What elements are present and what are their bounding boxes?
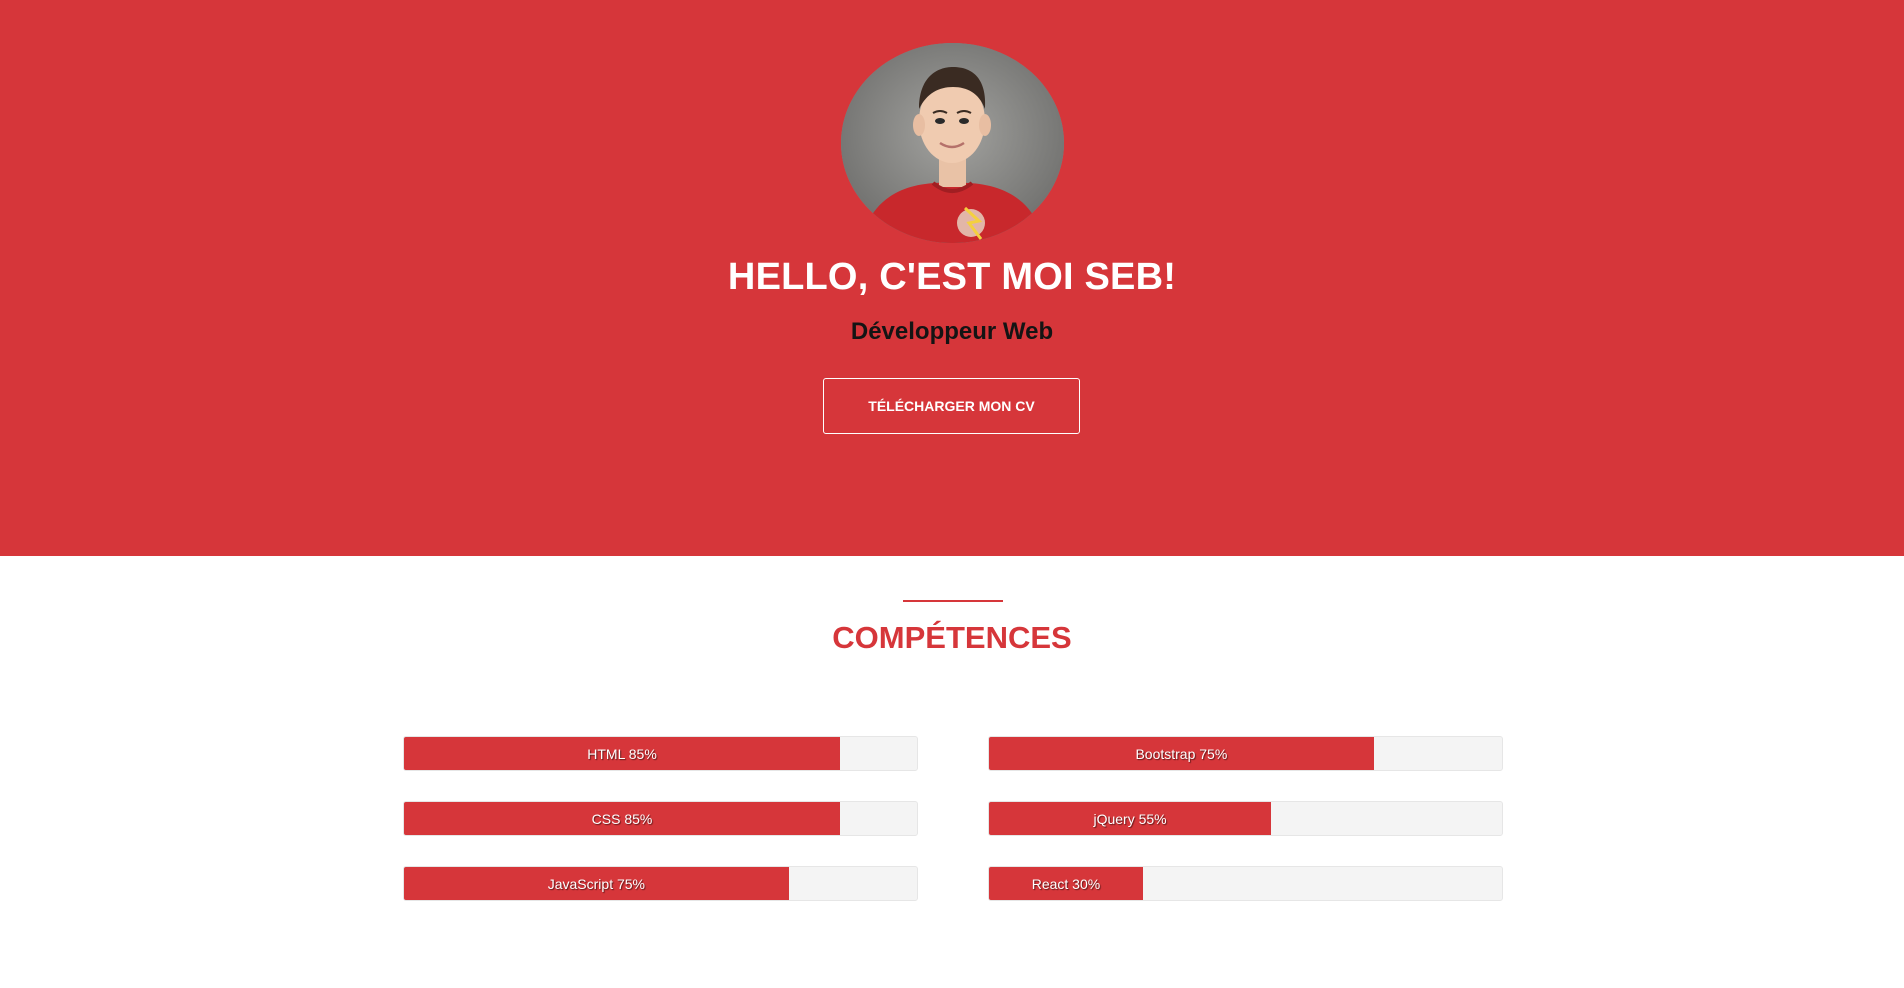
skill-bar-fill: HTML 85%	[404, 737, 841, 770]
section-divider	[903, 600, 1003, 602]
skill-label: JavaScript 75%	[547, 875, 646, 892]
skill-label: HTML 85%	[587, 745, 657, 762]
skill-bar: Bootstrap 75%	[988, 736, 1503, 771]
skill-bar-fill: jQuery 55%	[989, 802, 1272, 835]
skill-label: jQuery 55%	[1093, 810, 1167, 827]
skill-bar-fill: React 30%	[989, 867, 1143, 900]
profile-photo-icon	[841, 43, 1064, 243]
skill-bar: CSS 85%	[403, 801, 918, 836]
skill-label: CSS 85%	[591, 810, 653, 827]
download-cv-button[interactable]: TÉLÉCHARGER MON CV	[823, 378, 1080, 434]
skill-bar: React 30%	[988, 866, 1503, 901]
skill-bar: jQuery 55%	[988, 801, 1503, 836]
job-title: Développeur Web	[850, 318, 1054, 345]
skills-column-right: Bootstrap 75% jQuery 55% React 30%	[988, 736, 1503, 931]
avatar	[841, 43, 1064, 243]
page-title: HELLO, C'EST MOI SEB!	[727, 256, 1177, 298]
skill-bar-fill: JavaScript 75%	[404, 867, 789, 900]
skill-bar: JavaScript 75%	[403, 866, 918, 901]
skill-bar-fill: CSS 85%	[404, 802, 841, 835]
hero-section: HELLO, C'EST MOI SEB! Développeur Web TÉ…	[0, 0, 1904, 556]
skill-bar-fill: Bootstrap 75%	[989, 737, 1374, 770]
section-title: COMPÉTENCES	[832, 620, 1072, 655]
skills-column-left: HTML 85% CSS 85% JavaScript 75%	[403, 736, 918, 931]
skill-label: Bootstrap 75%	[1135, 745, 1228, 762]
skill-bar: HTML 85%	[403, 736, 918, 771]
skill-label: React 30%	[1031, 875, 1101, 892]
